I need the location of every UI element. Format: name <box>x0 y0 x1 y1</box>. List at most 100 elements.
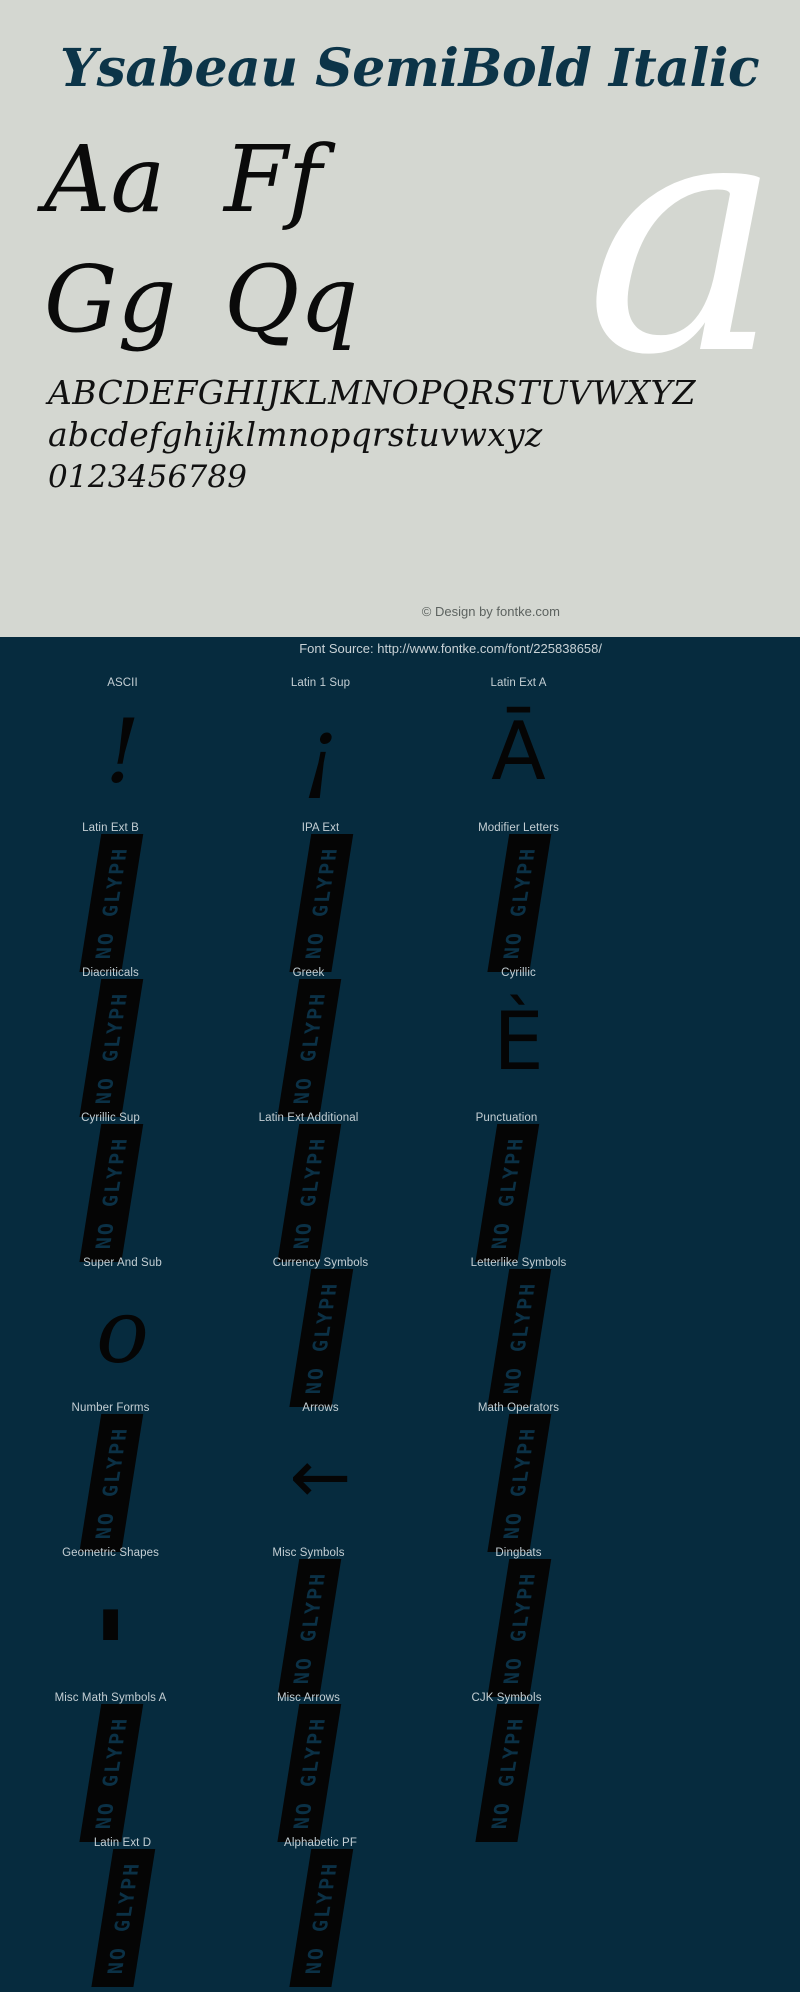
no-glyph-label: NO GLYPH <box>287 1136 330 1250</box>
unicode-block-sample: Ā <box>431 691 606 820</box>
no-glyph-label: NO GLYPH <box>287 1571 330 1685</box>
no-glyph-placeholder: NO GLYPH <box>78 834 143 972</box>
unicode-block-sample: NO GLYPH <box>431 1269 606 1409</box>
letter-pair-row: Aa Ff <box>44 120 404 240</box>
unicode-block-label: Geometric Shapes <box>62 1547 159 1559</box>
no-glyph-placeholder: NO GLYPH <box>486 1414 551 1552</box>
unicode-block-glyph: ! <box>104 699 141 803</box>
no-glyph-label: NO GLYPH <box>299 1281 342 1395</box>
unicode-block-cell: Geometric Shapes ▮ <box>23 1545 198 1690</box>
unicode-block-sample: NO GLYPH <box>221 1559 396 1699</box>
unicode-block-cell: Punctuation NO GLYPH <box>419 1110 594 1262</box>
font-specimen-panel: a Ysabeau SemiBold Italic Aa Ff Gg Qq AB… <box>0 0 800 637</box>
unicode-block-sample: ! <box>35 691 210 820</box>
unicode-block-cell: ASCII! <box>35 675 210 820</box>
unicode-block-sample: NO GLYPH <box>221 979 396 1119</box>
unicode-block-cell: Super And Sub o <box>35 1255 210 1400</box>
alphabet-uppercase: ABCDEFGHIJKLMNOPQRSTUVWXYZ <box>48 373 696 412</box>
unicode-block-glyph: o <box>96 1279 149 1383</box>
no-glyph-placeholder: NO GLYPH <box>276 1559 341 1697</box>
no-glyph-label: NO GLYPH <box>497 846 540 960</box>
no-glyph-placeholder: NO GLYPH <box>78 979 143 1117</box>
no-glyph-label: NO GLYPH <box>485 1716 528 1830</box>
unicode-block-sample: NO GLYPH <box>419 1704 594 1844</box>
unicode-block-cell: Latin Ext Additional NO GLYPH <box>221 1110 396 1262</box>
unicode-block-sample: NO GLYPH <box>221 1704 396 1844</box>
unicode-block-cell: Dingbats NO GLYPH <box>431 1545 606 1697</box>
letter-pair-Ff: Ff <box>224 126 322 233</box>
unicode-block-cell: Modifier Letters NO GLYPH <box>431 820 606 972</box>
no-glyph-placeholder: NO GLYPH <box>78 1124 143 1262</box>
letter-pair-Gg: Gg <box>44 246 177 353</box>
unicode-block-sample: NO GLYPH <box>23 834 198 974</box>
unicode-block-cell: IPA Ext NO GLYPH <box>233 820 408 972</box>
unicode-block-label: Latin 1 Sup <box>290 677 351 689</box>
unicode-block-cell: Latin Ext D NO GLYPH <box>35 1835 210 1987</box>
unicode-block-label: ASCII <box>107 677 138 689</box>
font-source-link[interactable]: Font Source: http://www.fontke.com/font/… <box>299 641 602 656</box>
design-credit: © Design by fontke.com <box>421 604 560 619</box>
unicode-block-sample: NO GLYPH <box>221 1124 396 1264</box>
no-glyph-placeholder: NO GLYPH <box>288 1269 353 1407</box>
unicode-block-cell: Latin Ext B NO GLYPH <box>23 820 198 972</box>
no-glyph-placeholder: NO GLYPH <box>474 1124 539 1262</box>
unicode-block-cell: Number Forms NO GLYPH <box>23 1400 198 1552</box>
no-glyph-placeholder: NO GLYPH <box>288 834 353 972</box>
no-glyph-label: NO GLYPH <box>287 991 330 1105</box>
unicode-block-sample: NO GLYPH <box>23 1124 198 1264</box>
unicode-block-cell: Latin 1 Sup ¡ <box>233 675 408 820</box>
letter-pair-grid: Aa Ff Gg Qq <box>44 120 404 360</box>
no-glyph-label: NO GLYPH <box>485 1136 528 1250</box>
font-title: Ysabeau SemiBold Italic <box>60 38 760 99</box>
no-glyph-label: NO GLYPH <box>497 1281 540 1395</box>
unicode-block-sample: ← <box>233 1416 408 1545</box>
letter-pair-row: Gg Qq <box>44 240 404 360</box>
unicode-blocks-grid: ASCII! Latin 1 Sup ¡ Latin Ext A Ā Latin Ext … <box>0 665 800 1987</box>
no-glyph-placeholder: NO GLYPH <box>276 979 341 1117</box>
unicode-block-cell: Greek NO GLYPH <box>221 965 396 1117</box>
alphabet-lowercase: abcdefghijklmnopqrstuvwxyz <box>48 415 543 454</box>
unicode-block-cell: Misc Math Symbols A NO GLYPH <box>23 1690 198 1842</box>
unicode-block-sample: ▮ <box>23 1561 198 1690</box>
unicode-block-glyph: È <box>493 994 544 1088</box>
unicode-block-sample: NO GLYPH <box>23 1414 198 1554</box>
unicode-block-cell: Math Operators NO GLYPH <box>431 1400 606 1552</box>
no-glyph-label: NO GLYPH <box>497 1426 540 1540</box>
no-glyph-label: NO GLYPH <box>89 991 132 1105</box>
no-glyph-label: NO GLYPH <box>89 846 132 960</box>
alphabet-block: ABCDEFGHIJKLMNOPQRSTUVWXYZ abcdefghijklm… <box>48 372 696 498</box>
unicode-block-sample: È <box>431 981 606 1110</box>
unicode-block-sample: NO GLYPH <box>233 1269 408 1409</box>
unicode-block-cell: Alphabetic PF NO GLYPH <box>233 1835 408 1987</box>
unicode-block-sample: NO GLYPH <box>23 979 198 1119</box>
no-glyph-placeholder: NO GLYPH <box>486 1559 551 1697</box>
unicode-block-glyph: ¡ <box>302 699 339 803</box>
no-glyph-label: NO GLYPH <box>89 1716 132 1830</box>
no-glyph-label: NO GLYPH <box>299 1861 342 1975</box>
unicode-block-cell: Letterlike Symbols NO GLYPH <box>431 1255 606 1407</box>
no-glyph-placeholder: NO GLYPH <box>90 1849 155 1987</box>
no-glyph-label: NO GLYPH <box>287 1716 330 1830</box>
no-glyph-label: NO GLYPH <box>89 1136 132 1250</box>
unicode-block-cell: CJK Symbols NO GLYPH <box>419 1690 594 1842</box>
letter-pair-Aa: Aa <box>44 126 166 233</box>
unicode-block-glyph: ← <box>289 1433 352 1520</box>
unicode-block-sample: NO GLYPH <box>419 1124 594 1264</box>
unicode-block-cell: Currency Symbols NO GLYPH <box>233 1255 408 1407</box>
unicode-block-sample: ¡ <box>233 691 408 820</box>
unicode-block-sample: NO GLYPH <box>431 1559 606 1699</box>
no-glyph-placeholder: NO GLYPH <box>78 1704 143 1842</box>
unicode-block-sample: NO GLYPH <box>233 1849 408 1989</box>
unicode-block-cell: Misc Symbols NO GLYPH <box>221 1545 396 1697</box>
unicode-block-glyph: ▮ <box>99 1598 122 1645</box>
letter-pair-Qq: Qq <box>224 246 359 353</box>
hero-glyph: a <box>585 43 782 427</box>
unicode-block-sample: NO GLYPH <box>35 1849 210 1989</box>
unicode-block-cell: Cyrillic È <box>431 965 606 1110</box>
no-glyph-placeholder: NO GLYPH <box>276 1124 341 1262</box>
no-glyph-label: NO GLYPH <box>299 846 342 960</box>
unicode-block-sample: o <box>35 1271 210 1400</box>
no-glyph-label: NO GLYPH <box>89 1426 132 1540</box>
no-glyph-placeholder: NO GLYPH <box>486 834 551 972</box>
unicode-block-cell: Arrows ← <box>233 1400 408 1545</box>
